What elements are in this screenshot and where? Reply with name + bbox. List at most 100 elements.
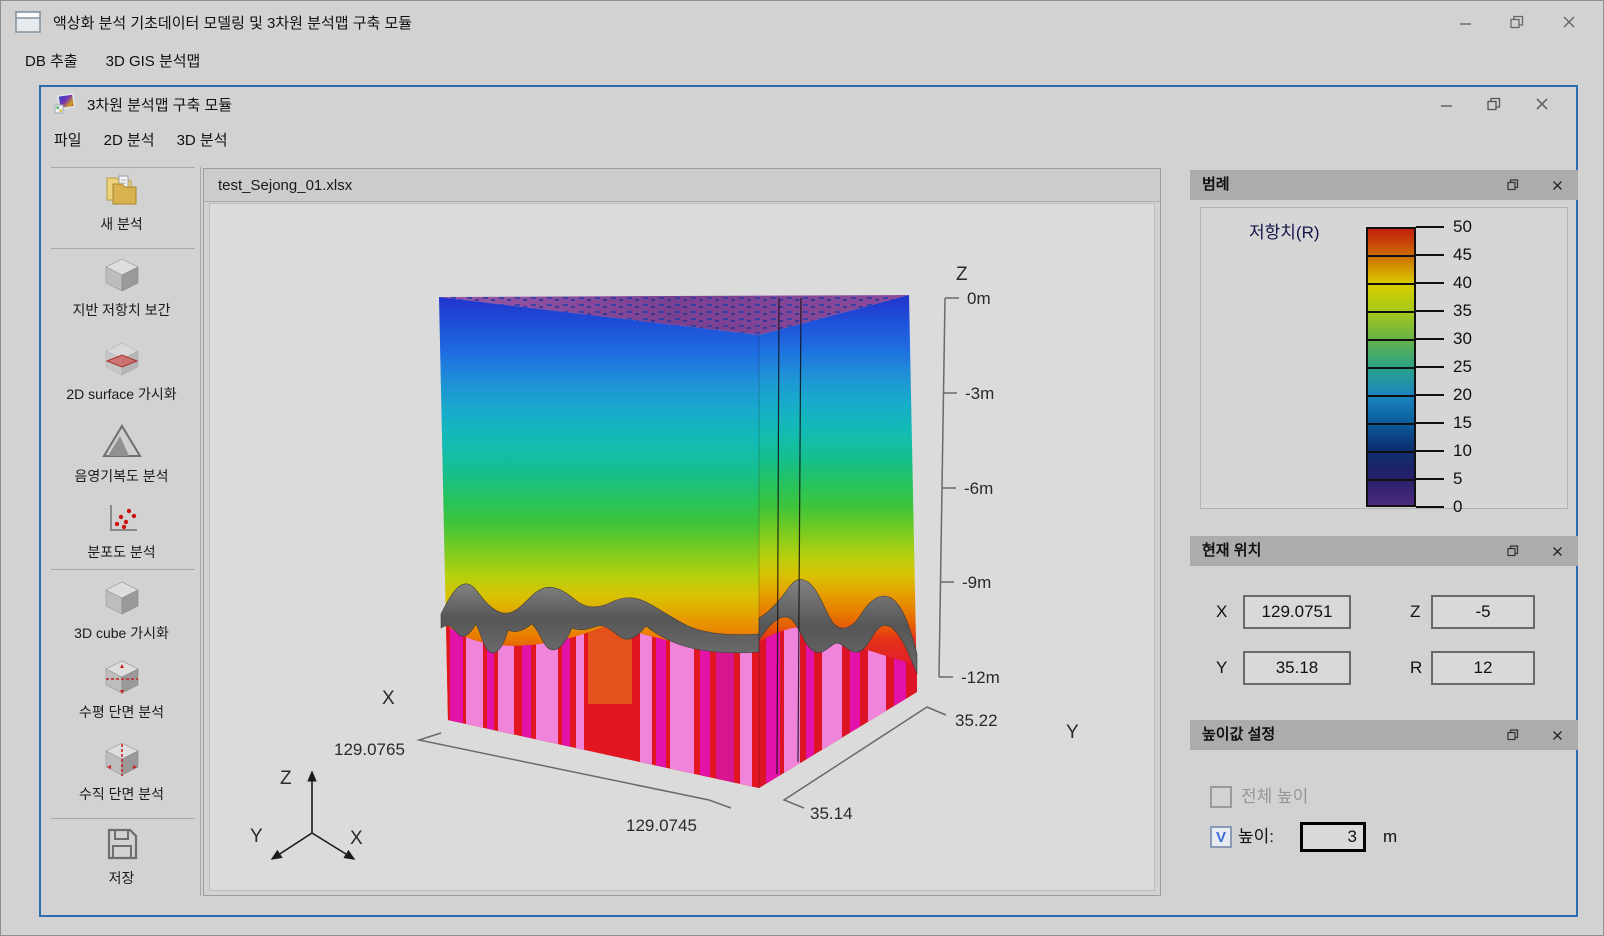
3d-scene[interactable]: Z 0m -3m -6m -9m -12m X 129.0765 129.074… (210, 204, 1156, 892)
toolbar-save[interactable]: 저장 (43, 825, 200, 888)
panel-float-button[interactable] (1500, 536, 1526, 566)
height-unit-label: m (1383, 825, 1397, 849)
module-close-button[interactable] (1518, 87, 1566, 121)
panel-close-button[interactable] (1544, 720, 1570, 750)
vertical-section-cube-icon (100, 739, 144, 779)
cube-icon (100, 578, 144, 618)
legend-tick-label: 50 (1453, 216, 1513, 238)
menu-3d-analysis[interactable]: 3D 분석 (166, 121, 239, 161)
main-window-title: 액상화 분석 기초데이터 모델링 및 3차원 분석맵 구축 모듈 (53, 12, 412, 33)
panel-float-button[interactable] (1500, 720, 1526, 750)
save-floppy-icon (102, 825, 142, 863)
position-r-label: R (1410, 651, 1422, 685)
x-axis-label: X (382, 688, 395, 709)
toolbar: 새 분석 지반 저항치 보간 (43, 163, 200, 896)
legend-tick-label: 20 (1453, 384, 1513, 406)
legend-panel: 범례 저항치(R) (1190, 170, 1578, 513)
position-x-field[interactable] (1243, 595, 1351, 629)
horizontal-section-cube-icon (100, 657, 144, 697)
minimize-button[interactable] (1439, 1, 1491, 43)
module-titlebar: 3차원 분석맵 구축 모듈 (41, 87, 1576, 121)
all-height-label: 전체 높이 (1241, 785, 1308, 809)
toolbar-separator (51, 167, 195, 168)
panel-float-button[interactable] (1500, 170, 1526, 200)
y-tick: 35.22 (955, 711, 998, 730)
scatter-plot-icon (100, 499, 144, 537)
height-setting-panel: 높이값 설정 전체 높이 V 높이: m (1190, 720, 1578, 880)
panel-close-button[interactable] (1544, 170, 1570, 200)
toolbar-separator (51, 248, 195, 249)
main-menubar: DB 추출 3D GIS 분석맵 (1, 43, 1603, 81)
position-z-field[interactable] (1431, 595, 1535, 629)
legend-panel-header: 범례 (1190, 170, 1578, 200)
triad-x-label: X (350, 828, 363, 849)
position-x-label: X (1216, 595, 1227, 629)
position-r-field[interactable] (1431, 651, 1535, 685)
legend-tick-label: 5 (1453, 468, 1513, 490)
legend-tick-label: 0 (1453, 496, 1513, 518)
all-height-checkbox[interactable] (1210, 786, 1232, 808)
y-axis-label: Y (1066, 722, 1079, 743)
surface-slice-cube-icon (100, 339, 144, 379)
viewport-file-caption: test_Sejong_01.xlsx (204, 169, 1160, 202)
panel-close-button[interactable] (1544, 536, 1570, 566)
x-tick: 129.0745 (626, 816, 697, 835)
legend-colorbar (1366, 227, 1416, 507)
z-tick: 0m (967, 289, 991, 308)
z-axis-label: Z (956, 264, 968, 285)
height-checkbox[interactable]: V (1210, 826, 1232, 848)
toolbar-distribution[interactable]: 분포도 분석 (43, 499, 200, 562)
triad-y-label: Y (250, 826, 263, 847)
legend-tick-label: 40 (1453, 272, 1513, 294)
toolbar-ground-resistance-interpolation[interactable]: 지반 저항치 보간 (43, 255, 200, 320)
legend-tick-label: 25 (1453, 356, 1513, 378)
app-window-icon (15, 11, 41, 33)
toolbar-horizontal-section[interactable]: 수평 단면 분석 (43, 657, 200, 722)
current-position-panel: 현재 위치 X Z Y R (1190, 536, 1578, 703)
legend-tick-label: 30 (1453, 328, 1513, 350)
position-panel-header: 현재 위치 (1190, 536, 1578, 566)
toolbar-separator (51, 569, 195, 570)
toolbar-vertical-section[interactable]: 수직 단면 분석 (43, 739, 200, 804)
position-y-label: Y (1216, 651, 1227, 685)
triad-z-label: Z (280, 768, 292, 789)
menu-2d-analysis[interactable]: 2D 분석 (93, 121, 166, 161)
main-titlebar: 액상화 분석 기초데이터 모델링 및 3차원 분석맵 구축 모듈 (1, 1, 1603, 43)
toolbar-separator (51, 818, 195, 819)
height-input[interactable] (1300, 822, 1366, 852)
restore-button[interactable] (1491, 1, 1543, 43)
position-y-field[interactable] (1243, 651, 1351, 685)
interpolation-cube-icon (100, 255, 144, 295)
z-tick: -9m (962, 573, 991, 592)
legend-tick-label: 45 (1453, 244, 1513, 266)
legend-tick-label: 15 (1453, 412, 1513, 434)
new-analysis-folder-icon (100, 169, 144, 209)
menu-file[interactable]: 파일 (43, 121, 93, 161)
z-tick: -3m (965, 384, 994, 403)
module-minimize-button[interactable] (1422, 87, 1470, 121)
module-restore-button[interactable] (1470, 87, 1518, 121)
legend-chart: 저항치(R) 50 45 40 35 30 25 (1200, 207, 1568, 509)
toolbar-3d-cube[interactable]: 3D cube 가시화 (43, 578, 200, 643)
main-window: 액상화 분석 기초데이터 모델링 및 3차원 분석맵 구축 모듈 DB 추출 3… (0, 0, 1604, 936)
toolbar-2d-surface[interactable]: 2D surface 가시화 (43, 339, 200, 404)
x-tick: 129.0765 (334, 740, 405, 759)
module-app-icon (53, 93, 77, 115)
z-tick: -12m (961, 668, 1000, 687)
legend-tick-label: 35 (1453, 300, 1513, 322)
toolbar-new-analysis[interactable]: 새 분석 (43, 169, 200, 234)
y-tick: 35.14 (810, 804, 853, 823)
close-button[interactable] (1543, 1, 1595, 43)
viewport-frame: test_Sejong_01.xlsx (203, 168, 1161, 896)
menu-3d-gis-map[interactable]: 3D GIS 분석맵 (92, 43, 215, 81)
toolbar-hillshade[interactable]: 음영기복도 분석 (43, 421, 200, 486)
menu-db-extract[interactable]: DB 추출 (11, 43, 92, 81)
module-menubar: 파일 2D 분석 3D 분석 (43, 121, 643, 161)
z-axis (939, 298, 959, 677)
height-panel-header: 높이값 설정 (1190, 720, 1578, 750)
legend-series-label: 저항치(R) (1249, 218, 1320, 243)
hillshade-triangle-icon (100, 421, 144, 461)
viewport-3d-canvas[interactable]: Z 0m -3m -6m -9m -12m X 129.0765 129.074… (209, 203, 1155, 891)
position-z-label: Z (1410, 595, 1420, 629)
legend-tick-label: 10 (1453, 440, 1513, 462)
